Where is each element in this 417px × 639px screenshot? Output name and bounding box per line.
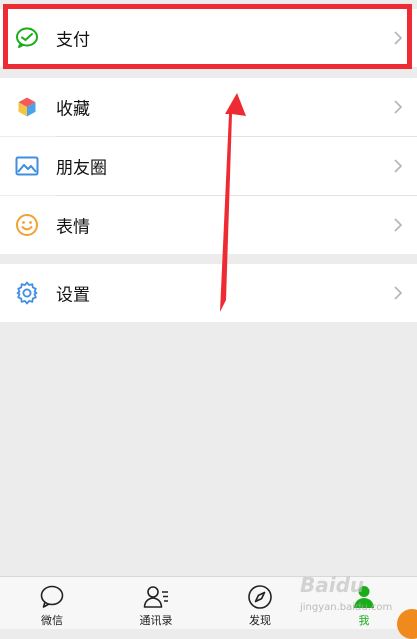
smiley-icon xyxy=(16,214,38,236)
corner-badge xyxy=(397,609,417,639)
contacts-icon xyxy=(143,586,168,608)
tab-contacts-label: 通讯录 xyxy=(139,614,173,627)
menu-item-moments[interactable]: 朋友圈 xyxy=(0,137,417,195)
gear-icon xyxy=(16,281,38,305)
menu-item-favorites[interactable]: 收藏 xyxy=(0,78,417,136)
favorites-cube-icon xyxy=(17,96,37,118)
menu-item-settings[interactable]: 设置 xyxy=(0,264,417,322)
menu-item-pay[interactable]: 支付 xyxy=(0,9,417,67)
compass-icon xyxy=(248,585,272,609)
pay-icon xyxy=(16,27,38,48)
chevron-right-icon xyxy=(394,31,403,45)
menu-item-moments-label: 朋友圈 xyxy=(56,158,107,179)
menu-item-stickers-label: 表情 xyxy=(56,217,90,238)
menu-item-stickers[interactable]: 表情 xyxy=(0,196,417,254)
chevron-right-icon xyxy=(394,286,403,300)
menu-item-settings-label: 设置 xyxy=(56,285,90,306)
watermark-url: jingyan.baidu.com xyxy=(300,602,393,613)
watermark-logo: Baidu xyxy=(300,573,365,597)
tab-discover[interactable]: 发现 xyxy=(208,577,312,630)
tab-chats-label: 微信 xyxy=(41,614,63,627)
chevron-right-icon xyxy=(394,159,403,173)
tab-contacts[interactable]: 通讯录 xyxy=(104,577,208,630)
chevron-right-icon xyxy=(394,218,403,232)
tab-chats[interactable]: 微信 xyxy=(0,577,104,630)
tab-discover-label: 发现 xyxy=(249,614,271,627)
chat-bubble-icon xyxy=(40,585,64,608)
chevron-right-icon xyxy=(394,100,403,114)
moments-picture-icon xyxy=(15,156,39,176)
menu-item-favorites-label: 收藏 xyxy=(56,99,90,120)
menu-item-pay-label: 支付 xyxy=(56,30,90,51)
